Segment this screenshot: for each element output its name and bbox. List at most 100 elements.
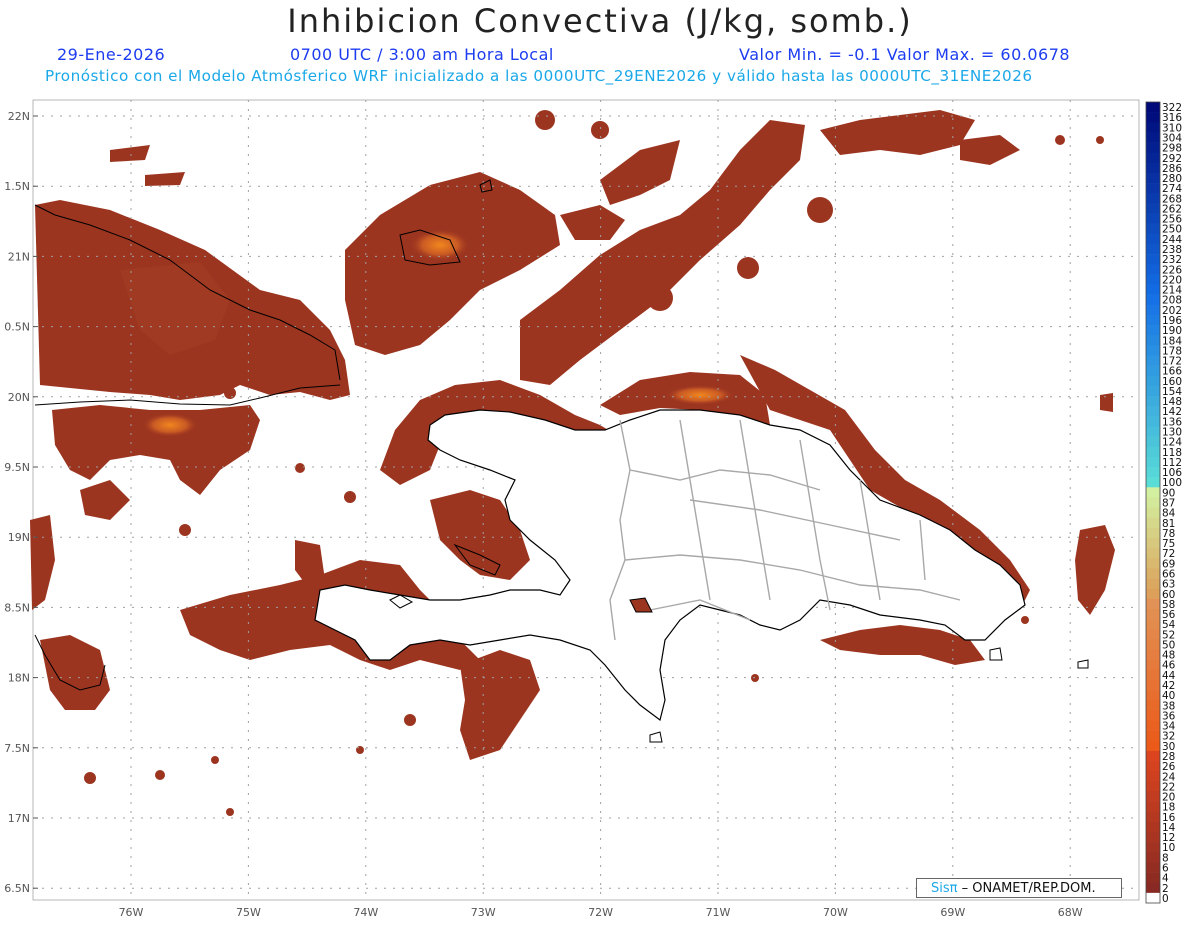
legend-swatch xyxy=(1146,406,1160,417)
lat-label: 6.5N xyxy=(4,882,30,895)
legend-swatch xyxy=(1146,335,1160,346)
color-legend: 3223163103042982922862802742682622562502… xyxy=(1145,101,1182,905)
legend-swatch xyxy=(1146,142,1160,153)
legend-swatch xyxy=(1146,740,1160,752)
lon-label: 73W xyxy=(471,906,496,919)
legend-swatch xyxy=(1146,750,1160,762)
legend-swatch xyxy=(1146,203,1160,214)
lon-label: 72W xyxy=(588,906,613,919)
legend-swatch xyxy=(1146,304,1160,316)
legend-swatch xyxy=(1146,892,1160,904)
lat-label: 19N xyxy=(8,531,30,544)
longitude-labels: 76W 75W 74W 73W 72W 71W 70W 69W 68W xyxy=(119,906,1083,919)
legend-swatch xyxy=(1146,162,1160,174)
legend-swatch xyxy=(1146,771,1160,782)
legend-swatch xyxy=(1146,294,1160,306)
legend-swatch xyxy=(1146,325,1160,336)
legend-swatch xyxy=(1146,456,1160,468)
legend-swatch xyxy=(1146,254,1160,265)
legend-swatch xyxy=(1146,527,1160,539)
legend-swatch xyxy=(1146,862,1160,873)
legend-swatch xyxy=(1146,284,1160,295)
lat-label: 21N xyxy=(8,250,30,263)
lon-label: 74W xyxy=(353,906,378,919)
lon-label: 68W xyxy=(1058,906,1083,919)
legend-swatch xyxy=(1146,781,1160,792)
legend-swatch xyxy=(1146,608,1160,620)
sispi-logo: Sisπ xyxy=(931,881,958,896)
legend-swatch xyxy=(1146,598,1160,610)
legend-swatch xyxy=(1146,517,1160,529)
legend-swatch xyxy=(1146,477,1160,488)
lat-label: 8.5N xyxy=(4,601,30,614)
lon-label: 76W xyxy=(119,906,144,919)
legend-swatch xyxy=(1146,102,1160,113)
legend-swatch xyxy=(1146,821,1160,833)
legend-swatch xyxy=(1146,274,1160,285)
legend-swatch xyxy=(1146,811,1160,823)
legend-swatch xyxy=(1146,537,1160,549)
legend-swatch xyxy=(1146,243,1160,255)
legend-swatch xyxy=(1146,132,1160,143)
legend-swatch xyxy=(1146,842,1160,853)
legend-swatch xyxy=(1146,487,1160,498)
legend-swatch xyxy=(1146,720,1160,731)
lat-label: 9.5N xyxy=(4,461,30,474)
legend-swatch xyxy=(1146,629,1160,640)
legend-swatch xyxy=(1146,264,1160,275)
legend-swatch xyxy=(1146,355,1160,366)
legend-swatch xyxy=(1146,385,1160,397)
legend-swatch xyxy=(1146,122,1160,133)
lat-label: 7.5N xyxy=(4,742,30,755)
legend-swatch xyxy=(1146,832,1160,843)
legend-swatch xyxy=(1146,649,1160,660)
legend-swatch xyxy=(1146,700,1160,711)
legend-swatch xyxy=(1146,223,1160,235)
legend-swatch xyxy=(1146,213,1160,224)
lat-label: 22N xyxy=(8,110,30,123)
legend-swatch xyxy=(1146,872,1160,884)
legend-swatch xyxy=(1146,233,1160,245)
legend-label: 0 xyxy=(1162,893,1169,905)
legend-swatch xyxy=(1146,548,1160,559)
lon-label: 69W xyxy=(940,906,965,919)
legend-swatch xyxy=(1146,791,1160,802)
legend-swatch xyxy=(1146,396,1160,407)
legend-swatch xyxy=(1146,659,1160,671)
legend-swatch xyxy=(1146,710,1160,721)
legend-swatch xyxy=(1146,882,1160,894)
legend-swatch xyxy=(1146,761,1160,772)
legend-swatch xyxy=(1146,679,1160,691)
legend-swatch xyxy=(1146,183,1160,194)
lat-label: 1.5N xyxy=(4,180,30,193)
lat-label: 18N xyxy=(8,672,30,685)
legend-swatch xyxy=(1146,507,1160,519)
lon-label: 71W xyxy=(706,906,731,919)
legend-swatch xyxy=(1146,852,1160,863)
legend-swatch xyxy=(1146,416,1160,427)
legend-swatch xyxy=(1146,690,1160,701)
legend-swatch xyxy=(1146,446,1160,458)
lon-label: 70W xyxy=(823,906,848,919)
forecast-map: 22N 1.5N 21N 0.5N 20N 9.5N 19N 8.5N 18N 7.5N 17N 6.… xyxy=(4,99,1182,919)
legend-swatch xyxy=(1146,639,1160,650)
credit-text: – ONAMET/REP.DOM. xyxy=(961,881,1096,896)
lat-label: 17N xyxy=(8,812,30,825)
legend-swatch xyxy=(1146,345,1160,356)
lat-label: 0.5N xyxy=(4,321,30,334)
legend-swatch xyxy=(1146,193,1160,204)
legend-swatch xyxy=(1146,426,1160,437)
legend-swatch xyxy=(1146,558,1160,569)
legend-swatch xyxy=(1146,112,1160,123)
lon-label: 75W xyxy=(236,906,261,919)
legend-swatch xyxy=(1146,436,1160,448)
legend-swatch xyxy=(1146,619,1160,630)
legend-swatch xyxy=(1146,375,1160,387)
legend-swatch xyxy=(1146,730,1160,742)
legend-swatch xyxy=(1146,152,1160,164)
legend-swatch xyxy=(1146,568,1160,579)
lat-label: 20N xyxy=(8,391,30,404)
legend-swatch xyxy=(1146,365,1160,377)
legend-swatch xyxy=(1146,172,1160,184)
legend-swatch xyxy=(1146,467,1160,478)
